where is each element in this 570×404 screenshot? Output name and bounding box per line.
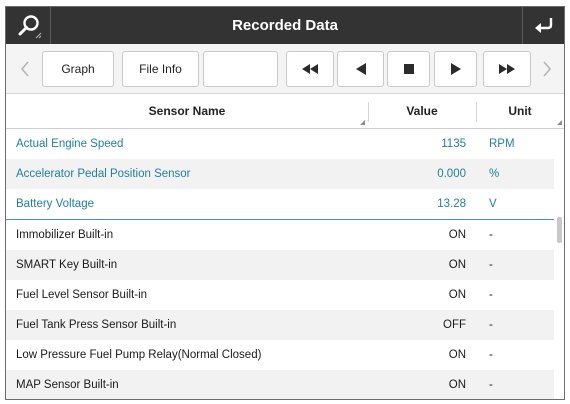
back-return-icon xyxy=(535,18,553,33)
sensor-unit: - xyxy=(489,229,493,241)
sensor-value: ON xyxy=(448,349,466,361)
recorded-data-window: Recorded Data Graph File Info Sensor Nam… xyxy=(5,6,565,400)
column-resize-handle[interactable] xyxy=(360,120,365,125)
blank-button[interactable] xyxy=(203,51,278,87)
return-button[interactable] xyxy=(522,7,564,44)
sensor-name: Low Pressure Fuel Pump Relay(Normal Clos… xyxy=(16,349,262,361)
sensor-unit: - xyxy=(489,379,493,391)
playback-toolbar: Graph File Info xyxy=(6,44,564,94)
table-row[interactable]: Low Pressure Fuel Pump Relay(Normal Clos… xyxy=(6,340,554,370)
play-reverse-button[interactable] xyxy=(337,51,384,87)
sensor-unit: - xyxy=(489,289,493,301)
fast-forward-button[interactable] xyxy=(483,51,531,87)
sensor-name: Battery Voltage xyxy=(16,198,94,210)
table-row[interactable]: Fuel Tank Press Sensor Built-in OFF - xyxy=(6,310,554,340)
play-button[interactable] xyxy=(434,51,477,87)
table-row[interactable]: Accelerator Pedal Position Sensor 0.000 … xyxy=(6,159,554,189)
chevron-left-icon xyxy=(20,61,29,77)
sensor-name: Immobilizer Built-in xyxy=(16,229,114,241)
table-row[interactable]: Actual Engine Speed 1135 RPM xyxy=(6,129,554,159)
sensor-value: 13.28 xyxy=(437,198,466,210)
sensor-value: ON xyxy=(448,229,466,241)
sensor-name: Accelerator Pedal Position Sensor xyxy=(16,168,191,180)
fast-forward-icon xyxy=(499,64,515,74)
sensor-name: Actual Engine Speed xyxy=(16,138,124,150)
play-reverse-icon xyxy=(355,63,366,75)
title-bar: Recorded Data xyxy=(6,7,564,44)
rewind-icon xyxy=(302,64,318,74)
table-header: Sensor Name Value Unit xyxy=(6,94,564,129)
stop-icon xyxy=(403,64,414,74)
stop-button[interactable] xyxy=(387,51,430,87)
graph-button[interactable]: Graph xyxy=(42,51,114,87)
sensor-unit: - xyxy=(489,259,493,271)
table-row[interactable]: SMART Key Built-in ON - xyxy=(6,250,554,280)
sensor-unit: V xyxy=(489,198,497,210)
sensor-value: ON xyxy=(448,379,466,391)
toolbar-prev-button[interactable] xyxy=(14,51,36,87)
rewind-button[interactable] xyxy=(286,51,334,87)
sensor-value: ON xyxy=(448,259,466,271)
column-header-value[interactable]: Value xyxy=(368,94,476,129)
sensor-name: Fuel Tank Press Sensor Built-in xyxy=(16,319,177,331)
sensor-value: 1135 xyxy=(441,138,466,150)
sensor-unit: - xyxy=(489,349,493,361)
file-info-button[interactable]: File Info xyxy=(122,51,199,87)
sensor-value: ON xyxy=(448,289,466,301)
table-row[interactable]: Battery Voltage 13.28 V xyxy=(6,189,554,219)
sensor-unit: RPM xyxy=(489,138,515,150)
window-title: Recorded Data xyxy=(232,17,338,34)
column-header-unit[interactable]: Unit xyxy=(476,94,564,129)
table-row[interactable]: Immobilizer Built-in ON - xyxy=(6,220,554,250)
sensor-unit: - xyxy=(489,319,493,331)
chevron-right-icon xyxy=(543,61,552,77)
play-icon xyxy=(450,63,461,75)
table-row[interactable]: Fuel Level Sensor Built-in ON - xyxy=(6,280,554,310)
sensor-name: MAP Sensor Built-in xyxy=(16,379,119,391)
sensor-name: Fuel Level Sensor Built-in xyxy=(16,289,148,301)
sensor-unit: % xyxy=(489,168,500,180)
column-header-sensor-name[interactable]: Sensor Name xyxy=(6,94,368,129)
table-row[interactable]: MAP Sensor Built-in ON - xyxy=(6,370,554,399)
column-resize-handle[interactable] xyxy=(557,120,562,125)
sensor-value: 0.000 xyxy=(437,168,466,180)
vertical-scrollbar[interactable] xyxy=(557,217,562,243)
toolbar-next-button[interactable] xyxy=(536,51,558,87)
sensor-value: OFF xyxy=(443,319,466,331)
sensor-name: SMART Key Built-in xyxy=(16,259,118,271)
